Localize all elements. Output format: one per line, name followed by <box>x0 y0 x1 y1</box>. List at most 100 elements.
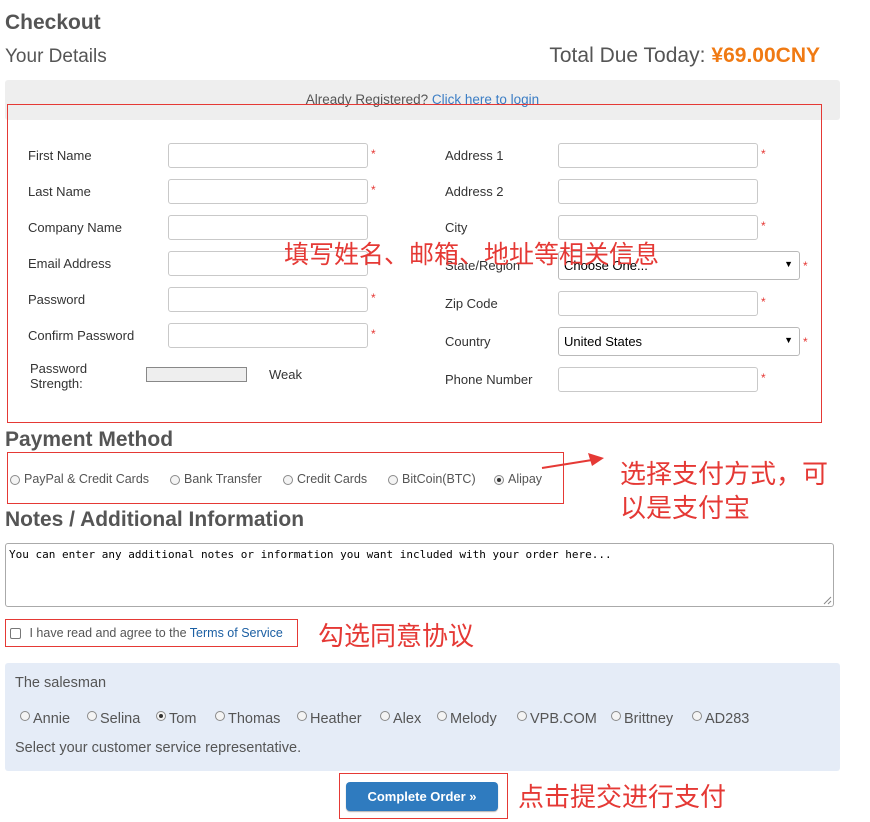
arrow-icon <box>541 453 604 469</box>
salesman-option-label: Brittney <box>624 711 674 727</box>
last-name-field[interactable] <box>168 179 368 204</box>
annotation-payment-line2: 以是支付宝 <box>620 494 751 524</box>
salesman-option[interactable]: Thomas <box>215 711 280 727</box>
address1-field[interactable] <box>558 143 758 168</box>
payment-option-label: Credit Cards <box>297 472 368 486</box>
total-amount: ¥69.00CNY <box>711 44 820 67</box>
total-label: Total Due Today: <box>549 44 706 67</box>
radio-icon[interactable] <box>437 711 447 721</box>
resize-handle-icon[interactable] <box>823 596 832 605</box>
salesman-option[interactable]: Alex <box>380 711 421 727</box>
radio-icon[interactable] <box>692 711 702 721</box>
payment-option-label: Alipay <box>508 472 543 486</box>
country-select-value: United States <box>564 334 643 349</box>
first-name-label: First Name <box>28 148 92 163</box>
zip-field[interactable] <box>558 291 758 316</box>
password-strength-meter <box>146 367 247 382</box>
page-title: Checkout <box>5 11 101 34</box>
annotation-submit: 点击提交进行支付 <box>518 783 727 813</box>
email-label: Email Address <box>28 256 112 271</box>
annotation-payment: 选择支付方式，可 以是支付宝 <box>620 458 828 526</box>
country-select[interactable]: United States ▼ <box>558 327 800 356</box>
salesman-option-label: Annie <box>33 711 71 727</box>
radio-icon[interactable] <box>611 711 621 721</box>
terms-agree: I have read and agree to the Terms of Se… <box>10 626 283 640</box>
phone-label: Phone Number <box>445 372 533 387</box>
annotation-payment-line1: 选择支付方式，可 <box>620 460 829 490</box>
radio-icon[interactable] <box>380 711 390 721</box>
salesman-option[interactable]: VPB.COM <box>517 711 597 727</box>
password-field[interactable] <box>168 287 368 312</box>
radio-icon[interactable] <box>20 711 30 721</box>
salesman-option[interactable]: Annie <box>20 711 70 727</box>
required-mark: * <box>371 147 376 161</box>
radio-icon[interactable] <box>283 474 293 485</box>
required-mark: * <box>371 291 376 305</box>
required-mark: * <box>761 147 766 161</box>
payment-option-bank-transfer[interactable]: Bank Transfer <box>170 472 262 486</box>
dropdown-arrow-icon: ▼ <box>784 335 793 345</box>
salesman-option[interactable]: Heather <box>297 711 362 727</box>
payment-option-bitcoin[interactable]: BitCoin(BTC) <box>388 472 476 486</box>
terms-checkbox[interactable] <box>10 628 21 640</box>
salesman-option-label: Heather <box>310 711 362 727</box>
salesman-option[interactable]: Selina <box>87 711 140 727</box>
confirm-password-field[interactable] <box>168 323 368 348</box>
salesman-option-label: Alex <box>393 711 422 727</box>
last-name-label: Last Name <box>28 184 91 199</box>
required-mark: * <box>761 295 766 309</box>
salesman-option[interactable]: AD283 <box>692 711 749 727</box>
radio-icon[interactable] <box>388 474 398 485</box>
salesman-option[interactable]: Brittney <box>611 711 673 727</box>
radio-icon[interactable] <box>297 711 307 721</box>
phone-field[interactable] <box>558 367 758 392</box>
notes-textarea[interactable]: You can enter any additional notes or in… <box>5 543 834 607</box>
payment-option-credit-cards[interactable]: Credit Cards <box>283 472 367 486</box>
password-strength-label: Password Strength: <box>30 361 88 391</box>
radio-icon[interactable] <box>215 711 225 721</box>
payment-option-paypal[interactable]: PayPal & Credit Cards <box>10 472 149 486</box>
salesman-option-label: VPB.COM <box>530 711 597 727</box>
annotation-agree: 勾选同意协议 <box>318 622 475 652</box>
radio-icon[interactable] <box>517 711 527 721</box>
terms-text: I have read and agree to the <box>29 626 187 640</box>
radio-icon[interactable] <box>10 474 20 485</box>
radio-icon[interactable] <box>170 474 180 485</box>
required-mark: * <box>371 327 376 341</box>
confirm-password-label: Confirm Password <box>28 328 135 343</box>
required-mark: * <box>371 183 376 197</box>
city-label: City <box>445 220 468 235</box>
payment-option-label: BitCoin(BTC) <box>402 472 476 486</box>
annotation-fill-info: 填写姓名、邮箱、地址等相关信息 <box>284 240 660 269</box>
payment-option-label: PayPal & Credit Cards <box>24 472 150 486</box>
address1-label: Address 1 <box>445 148 504 163</box>
salesman-option[interactable]: Melody <box>437 711 497 727</box>
password-label: Password <box>28 292 86 307</box>
complete-order-button[interactable]: Complete Order » <box>346 782 498 811</box>
terms-link[interactable]: Terms of Service <box>190 626 283 640</box>
zip-label: Zip Code <box>445 296 498 311</box>
required-mark: * <box>803 259 808 273</box>
country-label: Country <box>445 334 491 349</box>
salesman-option-label: Melody <box>450 711 497 727</box>
salesman-option-label: Selina <box>100 711 141 727</box>
salesman-option-label: Thomas <box>228 711 281 727</box>
salesman-option-label: AD283 <box>705 711 750 727</box>
salesman-hint: Select your customer service representat… <box>15 740 302 756</box>
required-mark: * <box>761 371 766 385</box>
address2-label: Address 2 <box>445 184 504 199</box>
salesman-option-selected[interactable]: Tom <box>156 711 196 727</box>
first-name-field[interactable] <box>168 143 368 168</box>
radio-selected-icon[interactable] <box>494 474 504 485</box>
required-mark: * <box>803 335 808 349</box>
radio-selected-icon[interactable] <box>156 711 166 721</box>
notes-title: Notes / Additional Information <box>5 508 305 531</box>
required-mark: * <box>761 219 766 233</box>
payment-option-alipay[interactable]: Alipay <box>494 472 542 486</box>
dropdown-arrow-icon: ▼ <box>784 259 793 269</box>
company-name-label: Company Name <box>28 220 122 235</box>
payment-method-title: Payment Method <box>5 428 174 451</box>
password-strength-value: Weak <box>269 367 302 382</box>
address2-field[interactable] <box>558 179 758 204</box>
radio-icon[interactable] <box>87 711 97 721</box>
